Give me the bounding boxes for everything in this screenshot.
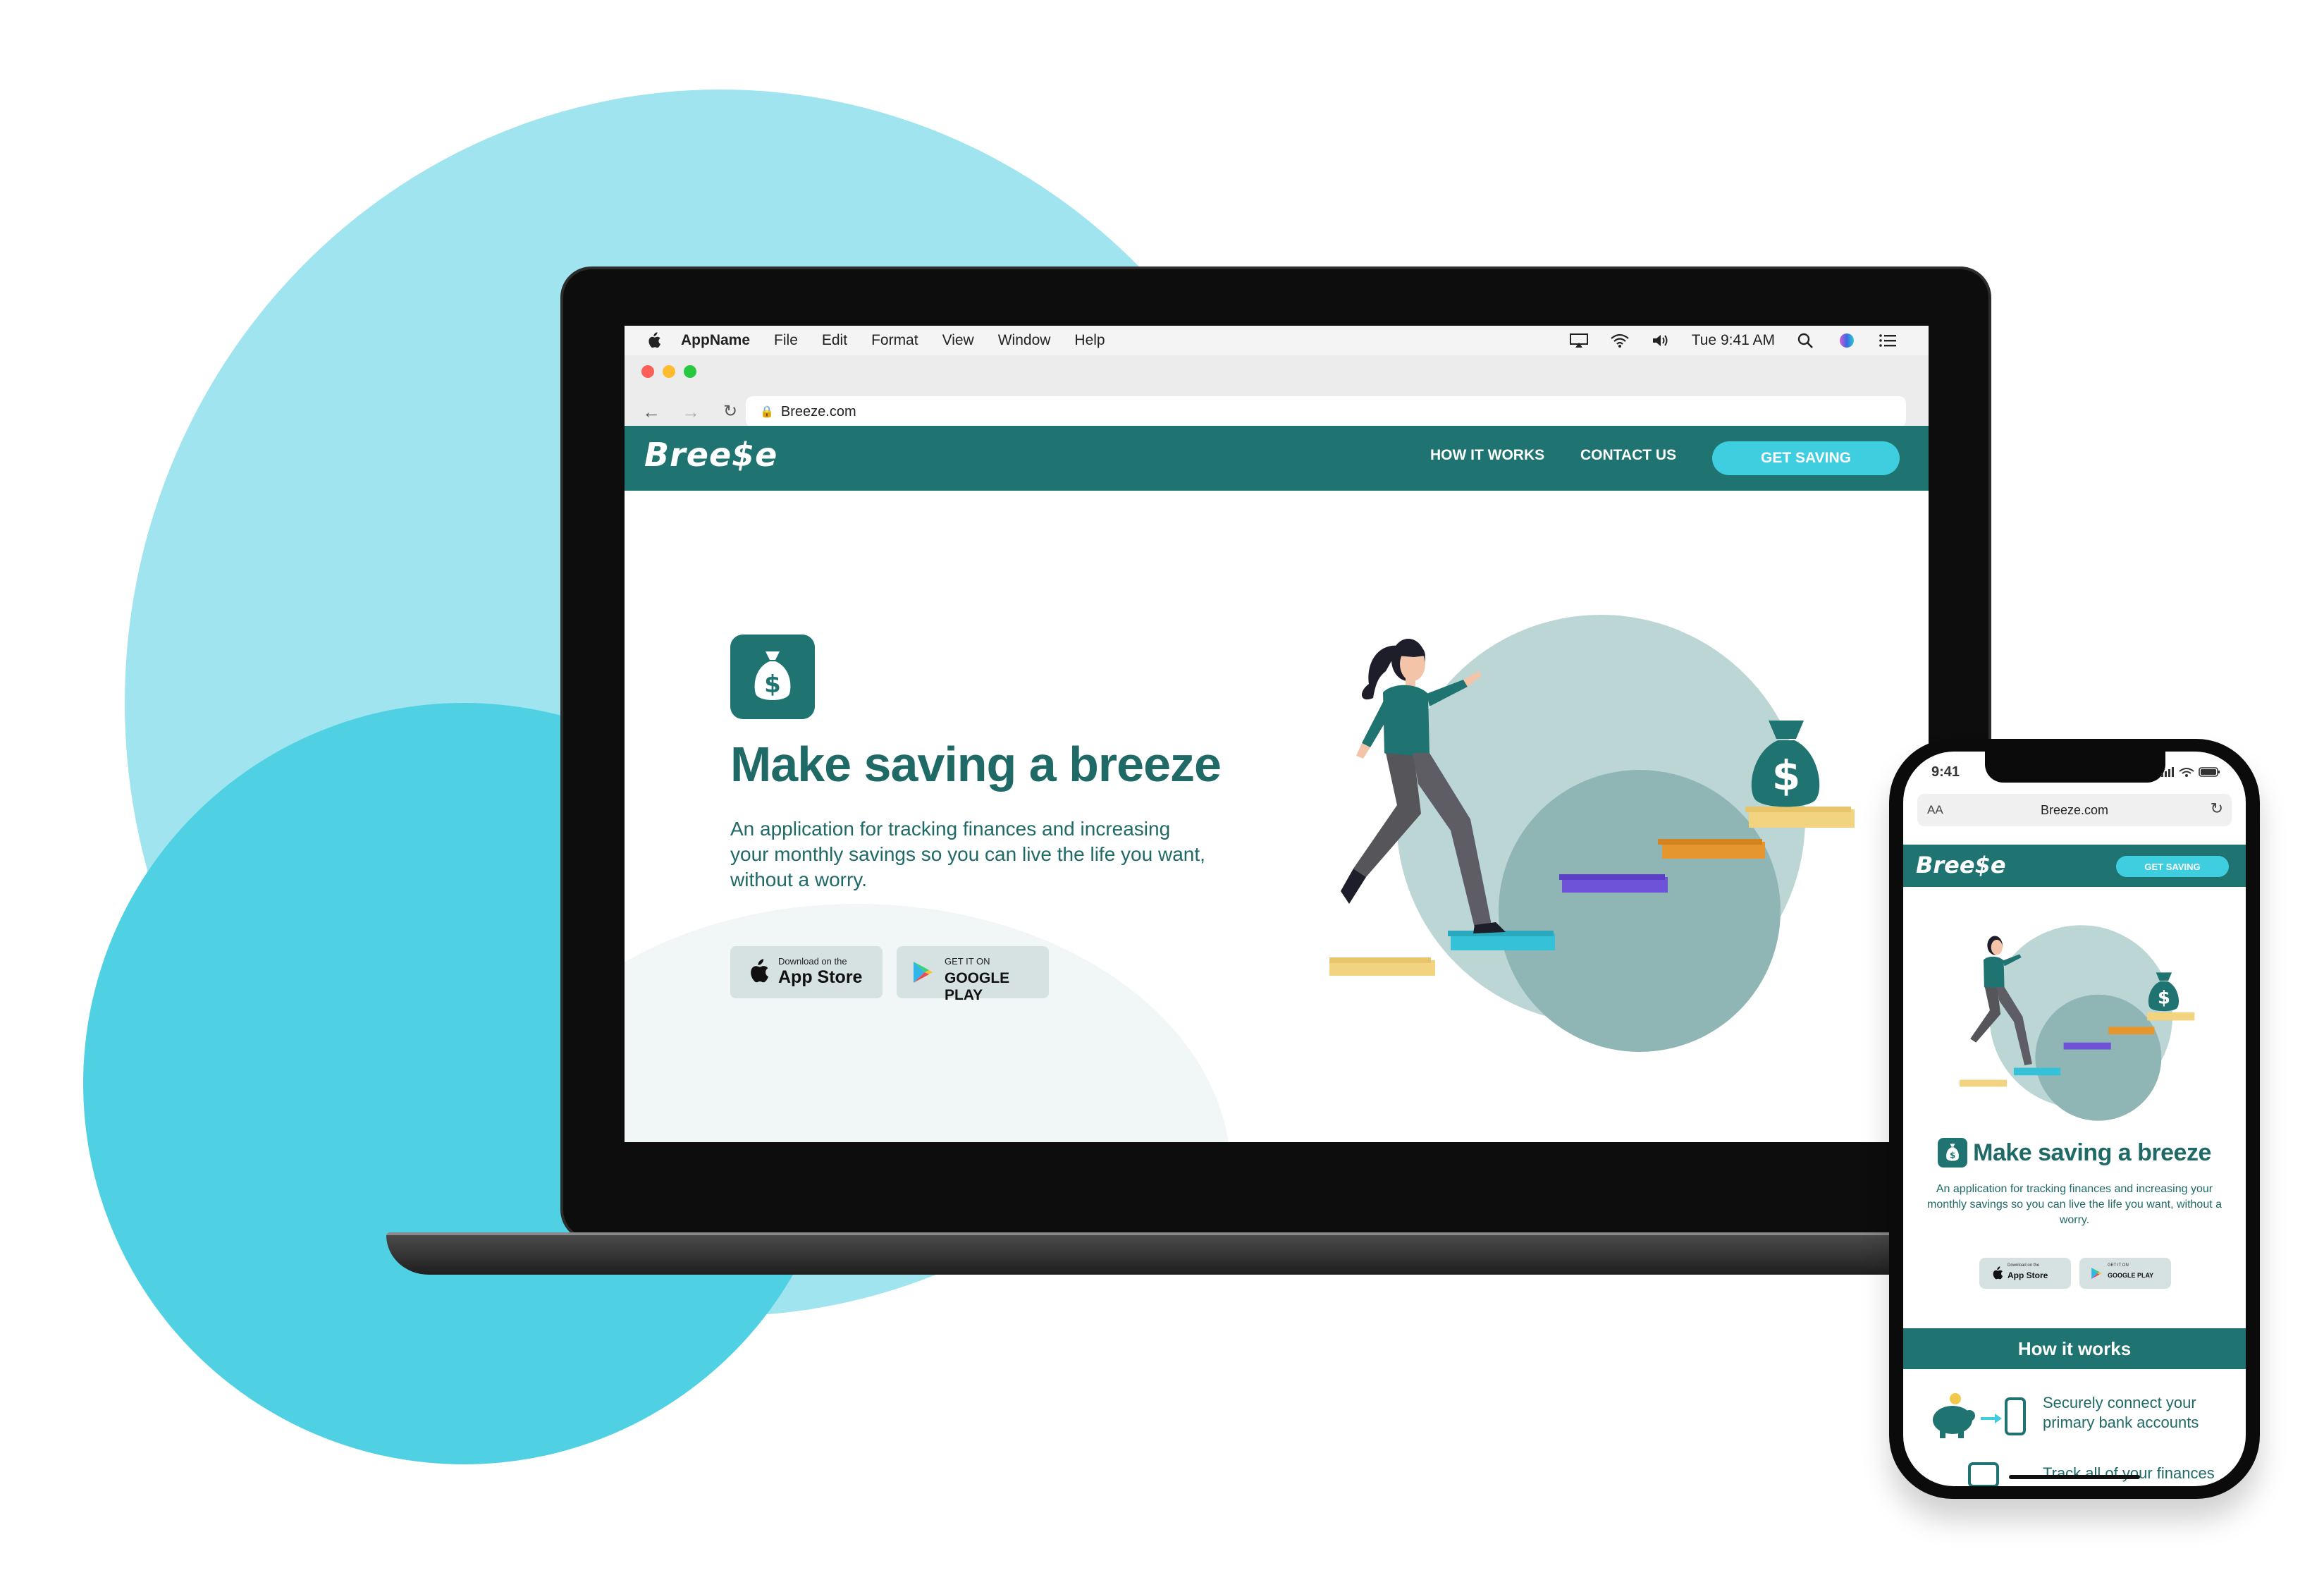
google-play-icon [2091, 1268, 2102, 1279]
close-window-button[interactable] [641, 365, 654, 378]
phone-site-header: Bree$e GET SAVING [1903, 845, 2246, 887]
volume-icon[interactable] [1651, 332, 1671, 349]
app-store-label: App Store [778, 967, 863, 987]
app-store-button[interactable]: Download on the App Store [730, 946, 883, 998]
phone-hero-description: An application for tracking finances and… [1927, 1183, 2222, 1226]
spotlight-search-icon[interactable] [1796, 332, 1816, 349]
stage: AppName File Edit Format View Window Hel… [0, 0, 2324, 1587]
zoom-window-button[interactable] [684, 365, 696, 378]
phone-status-time: 9:41 [1931, 764, 1960, 780]
menubar-item-edit[interactable]: Edit [822, 332, 847, 349]
hero-description: An application for tracking finances and… [730, 818, 1205, 890]
phone-hero-title: Make saving a breeze [1973, 1139, 2211, 1166]
menubar-item-format[interactable]: Format [871, 332, 918, 349]
money-bag-icon: $ [1946, 1144, 1960, 1161]
phone-google-play-button[interactable]: GET IT ON GOOGLE PLAY [2079, 1258, 2171, 1289]
phone-status-icons [2161, 767, 2220, 777]
google-play-small-label: GET IT ON [945, 956, 990, 967]
phone-app-store-small-label: Download on the [2008, 1263, 2040, 1268]
menubar-item-file[interactable]: File [774, 332, 798, 349]
app-store-small-label: Download on the [778, 956, 847, 967]
lock-icon: 🔒 [760, 406, 774, 418]
svg-text:$: $ [1950, 1151, 1955, 1160]
forward-arrow-icon[interactable]: → [681, 402, 701, 422]
menubar-clock[interactable]: Tue 9:41 AM [1692, 332, 1775, 349]
laptop-screen: AppName File Edit Format View Window Hel… [625, 326, 1929, 1142]
phone-how-it-works-heading: How it works [1903, 1328, 2246, 1369]
apple-icon[interactable] [646, 332, 661, 349]
google-play-button[interactable]: GET IT ON GOOGLE PLAY [897, 946, 1049, 1003]
minimize-window-button[interactable] [663, 365, 675, 378]
svg-text:$: $ [764, 670, 781, 699]
phone-step-connect-accounts: Securely connect your primary bank accou… [2043, 1394, 2199, 1431]
apple-icon [751, 959, 768, 983]
notification-center-icon[interactable] [1878, 332, 1898, 349]
phone-get-saving-button[interactable]: GET SAVING [2116, 856, 2229, 877]
back-arrow-icon[interactable]: ← [641, 402, 661, 422]
airplay-icon[interactable] [1569, 332, 1589, 349]
phone-notch [1985, 752, 2165, 783]
battery-icon [2199, 767, 2220, 777]
window-controls [641, 365, 696, 378]
phone-address-bar-url: Breeze.com [2040, 803, 2109, 817]
phone-address-bar[interactable]: AA Breeze.com ↻ [1917, 794, 2232, 826]
phone-google-play-small-label: GET IT ON [2108, 1263, 2129, 1268]
mac-menubar: AppName File Edit Format View Window Hel… [625, 326, 1929, 355]
phone-app-icon: $ [1938, 1138, 1968, 1168]
svg-text:$: $ [1772, 752, 1800, 799]
browser-nav-buttons: ← → ↻ [641, 402, 740, 422]
site-header: Bree$e HOW IT WORKS CONTACT US GET SAVIN… [625, 426, 1929, 491]
hero-illustration: $ [1329, 615, 1855, 1052]
phone-reload-icon[interactable]: ↻ [2211, 799, 2223, 818]
menubar-status-area: Tue 9:41 AM [1569, 326, 1898, 355]
address-bar-url: Breeze.com [780, 403, 856, 419]
menubar-item-view[interactable]: View [942, 332, 974, 349]
phone-hero-title-row: $ Make saving a breeze [1903, 1138, 2246, 1168]
nav-how-it-works[interactable]: HOW IT WORKS [1430, 447, 1544, 464]
siri-icon[interactable] [1837, 332, 1857, 349]
wifi-icon [2179, 768, 2194, 777]
phone-site-logo[interactable]: Bree$e [1916, 852, 2006, 878]
site-logo[interactable]: Bree$e [644, 436, 777, 474]
google-play-icon [914, 962, 933, 983]
phone-home-indicator [2009, 1475, 2140, 1479]
phone-app-store-button[interactable]: Download on the App Store [1979, 1258, 2071, 1289]
get-saving-button[interactable]: GET SAVING [1712, 441, 1900, 475]
illustration-circle-small [1499, 770, 1781, 1052]
menubar-item-help[interactable]: Help [1074, 332, 1105, 349]
phone-step-track-finances: Track all of your finances [2043, 1464, 2215, 1482]
phone-google-play-label: GOOGLE PLAY [2108, 1272, 2154, 1279]
menubar-app-name[interactable]: AppName [681, 332, 750, 349]
phone-screen: 9:41 AA Breeze.com ↻ Bree$e GET SAVING $ [1903, 752, 2246, 1486]
device-icon [1968, 1462, 1999, 1486]
app-icon: $ [730, 635, 815, 719]
svg-text:$: $ [2158, 987, 2170, 1008]
hero-title: Make saving a breeze [730, 737, 1222, 792]
nav-contact-us[interactable]: CONTACT US [1580, 447, 1676, 464]
money-bag-icon: $ [754, 651, 791, 700]
google-play-label: GOOGLE PLAY [945, 970, 1010, 1003]
reload-icon[interactable]: ↻ [720, 402, 740, 422]
apple-icon [1993, 1266, 2003, 1280]
hero-background-wash [625, 904, 1231, 1142]
phone-app-store-label: App Store [2008, 1270, 2048, 1280]
menubar-item-window[interactable]: Window [998, 332, 1051, 349]
cellular-signal-icon [2161, 767, 2174, 777]
address-bar[interactable]: 🔒 Breeze.com [746, 396, 1906, 427]
phone-hero-illustration: $ [1960, 925, 2195, 1121]
wifi-icon[interactable] [1610, 332, 1630, 349]
piggy-bank-to-phone-icon [1933, 1393, 2026, 1438]
